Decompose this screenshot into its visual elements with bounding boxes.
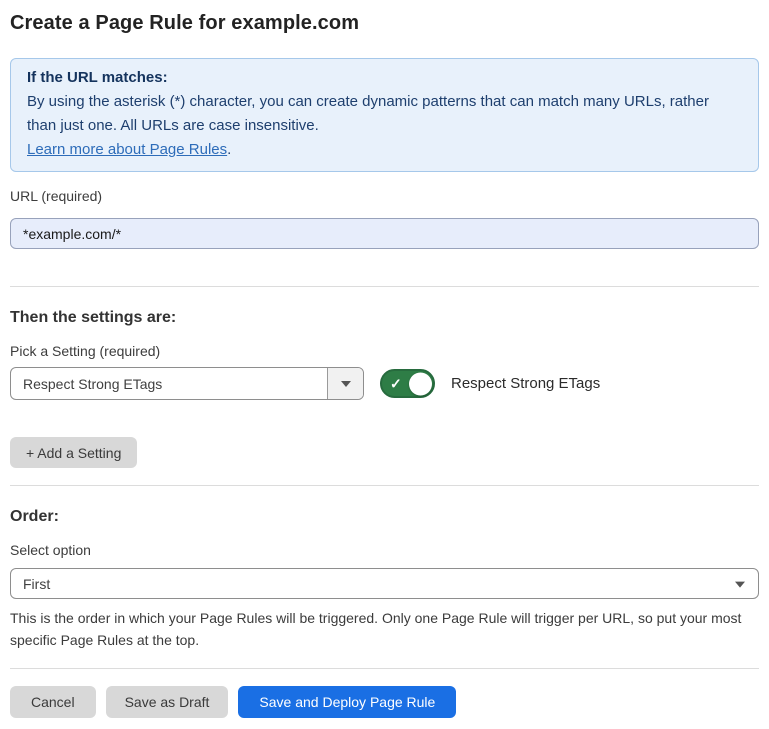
setting-select[interactable]: Respect Strong ETags xyxy=(10,367,364,400)
url-input[interactable] xyxy=(10,218,759,249)
pick-setting-label: Pick a Setting (required) xyxy=(10,342,759,360)
add-setting-button[interactable]: + Add a Setting xyxy=(10,437,137,468)
url-match-info-box: If the URL matches: By using the asteris… xyxy=(10,58,759,172)
info-box-body: By using the asterisk (*) character, you… xyxy=(27,90,742,138)
chevron-down-icon xyxy=(735,581,745,587)
url-label: URL (required) xyxy=(10,187,759,205)
save-deploy-button[interactable]: Save and Deploy Page Rule xyxy=(238,686,456,718)
learn-more-link[interactable]: Learn more about Page Rules xyxy=(27,141,227,158)
page-rule-form: Create a Page Rule for example.com If th… xyxy=(0,11,769,718)
setting-select-value: Respect Strong ETags xyxy=(11,376,327,392)
order-help-text: This is the order in which your Page Rul… xyxy=(10,607,759,651)
chevron-down-icon xyxy=(341,381,351,387)
settings-heading: Then the settings are: xyxy=(10,308,759,327)
order-select-value: First xyxy=(11,576,758,592)
etags-toggle[interactable]: ✓ xyxy=(380,369,435,398)
check-icon: ✓ xyxy=(390,376,402,390)
save-draft-button[interactable]: Save as Draft xyxy=(106,686,229,718)
section-divider xyxy=(10,485,759,486)
info-box-heading: If the URL matches: xyxy=(27,66,742,90)
footer-divider xyxy=(10,668,759,669)
order-heading: Order: xyxy=(10,507,759,526)
section-divider xyxy=(10,286,759,287)
order-select[interactable]: First xyxy=(10,568,759,599)
link-suffix: . xyxy=(227,141,231,158)
select-option-label: Select option xyxy=(10,541,759,559)
toggle-label: Respect Strong ETags xyxy=(451,375,600,392)
info-box-link-line: Learn more about Page Rules. xyxy=(27,138,742,162)
page-title: Create a Page Rule for example.com xyxy=(10,11,759,35)
setting-select-arrow-button[interactable] xyxy=(327,368,363,399)
cancel-button[interactable]: Cancel xyxy=(10,686,96,718)
toggle-knob xyxy=(409,372,432,395)
setting-controls-row: Respect Strong ETags ✓ Respect Strong ET… xyxy=(10,367,759,400)
footer-actions: Cancel Save as Draft Save and Deploy Pag… xyxy=(10,686,759,718)
